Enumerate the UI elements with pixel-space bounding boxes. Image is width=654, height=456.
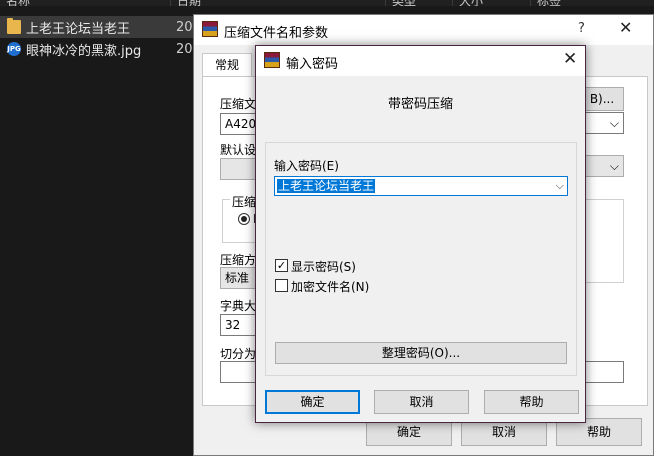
organize-passwords-button[interactable]: 整理密码(O)... (275, 342, 567, 364)
show-password-label[interactable]: 显示密码(S) (291, 258, 356, 275)
dictionary-size-label: 字典大 (220, 299, 257, 313)
split-volumes-unit[interactable] (580, 361, 624, 383)
dialog-title: 输入密码 (286, 57, 339, 72)
compression-method-label: 压缩方 (220, 253, 257, 267)
file-row-image[interactable]: JPG 眼神冰冷的黑漱.jpg 202 (0, 38, 201, 60)
help-button[interactable]: 帮助 (484, 390, 579, 414)
password-label: 输入密码(E) (274, 159, 339, 173)
split-volumes-input[interactable] (220, 361, 260, 383)
default-settings-label: 默认设 (220, 143, 257, 157)
compression-method-combo[interactable]: 标准 (220, 267, 260, 289)
title-bar: 压缩文件名和参数 ? ✕ (194, 15, 653, 45)
close-icon[interactable]: ✕ (563, 49, 577, 69)
encrypt-filenames-label[interactable]: 加密文件名(N) (291, 278, 369, 295)
winrar-icon (264, 52, 280, 68)
close-icon[interactable]: ✕ (619, 18, 632, 37)
jpg-image-icon: JPG (7, 42, 21, 56)
format-radio[interactable] (238, 213, 250, 225)
tab-general[interactable]: 常规 (202, 53, 252, 77)
column-header-bar: 名称 日期 类型 大小 标签 (0, 0, 654, 6)
profiles-button[interactable] (220, 158, 260, 180)
chevron-down-icon: ⌵ (609, 159, 619, 173)
show-password-checkbox[interactable]: ✓ (275, 259, 288, 272)
update-mode-combo[interactable]: ⌵ (580, 112, 624, 134)
cancel-button[interactable]: 取消 (374, 390, 469, 414)
column-header-type[interactable]: 类型 (385, 0, 416, 6)
password-value: 上老王论坛当老王 (277, 179, 376, 193)
file-name: 眼神冰冷的黑漱.jpg (26, 43, 142, 59)
browse-button[interactable]: B)... (580, 87, 624, 111)
column-header-date[interactable]: 日期 (170, 0, 201, 6)
archive-name-label: 压缩文 (220, 97, 257, 111)
column-header-name[interactable]: 名称 (6, 0, 30, 6)
password-dialog: 输入密码 ✕ 带密码压缩 输入密码(E) 上老王论坛当老王 ⌵ ✓ 显示密码(S… (255, 45, 586, 423)
file-name: 上老王论坛当老王 (26, 21, 131, 37)
winrar-icon (202, 21, 218, 37)
help-icon[interactable]: ? (578, 21, 585, 36)
options-combo[interactable]: ⌵ (580, 155, 624, 177)
chevron-down-icon: ⌵ (609, 116, 619, 130)
dialog-title: 压缩文件名和参数 (224, 26, 329, 41)
dictionary-size-combo[interactable]: 32 (220, 314, 260, 336)
encrypt-filenames-checkbox[interactable] (275, 279, 288, 292)
file-row-folder[interactable]: 上老王论坛当老王 202 (0, 16, 201, 38)
title-bar: 输入密码 ✕ (256, 46, 585, 76)
ok-button[interactable]: 确定 (265, 390, 360, 414)
column-header-size[interactable]: 大小 (452, 0, 483, 6)
archiving-options-group (580, 199, 624, 283)
dialog-heading: 带密码压缩 (387, 97, 453, 112)
folder-icon (7, 18, 21, 34)
password-input[interactable]: 上老王论坛当老王 ⌵ (274, 176, 568, 196)
chevron-down-icon[interactable]: ⌵ (556, 179, 564, 193)
split-volumes-label: 切分为 (220, 347, 257, 361)
column-header-tags[interactable]: 标签 (530, 0, 561, 6)
